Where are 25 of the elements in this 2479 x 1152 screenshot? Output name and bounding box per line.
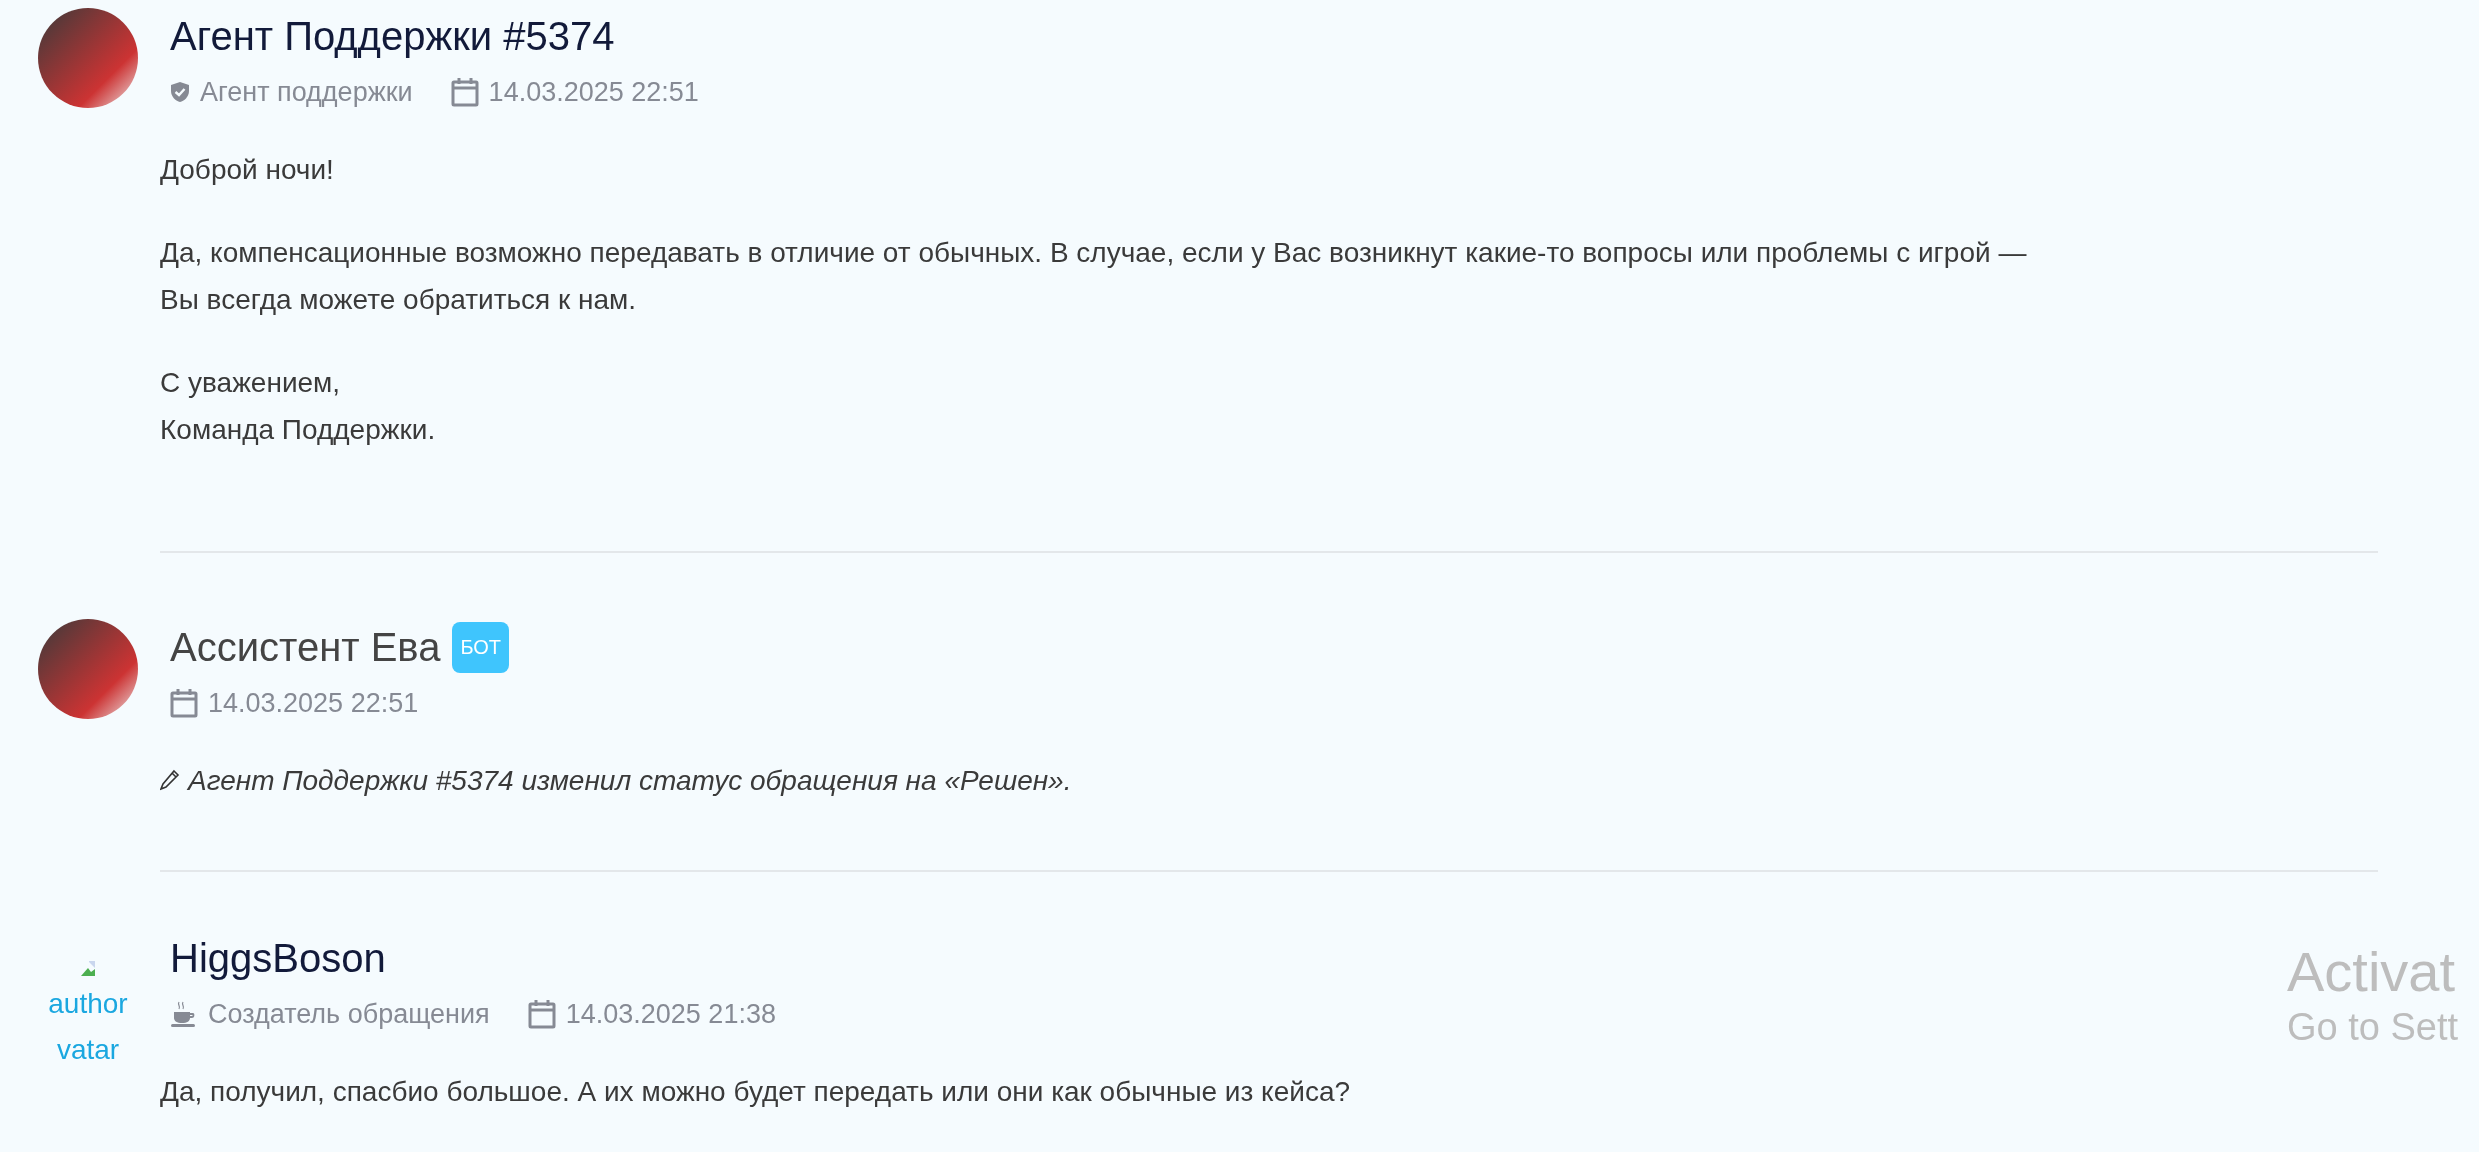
activation-title: Activat (2287, 940, 2457, 1004)
author-name: Ассистент Ева (170, 624, 441, 670)
avatar-alt-text: author (48, 987, 128, 1021)
post-date: 14.03.2025 22:51 (208, 687, 419, 719)
calendar-icon (527, 999, 556, 1029)
author-role: Агент поддержки (200, 76, 413, 108)
activation-subtitle: Go to Sett (2287, 1005, 2459, 1050)
author-name: Агент Поддержки #5374 (170, 13, 615, 59)
message-text: Да, компенсационные возможно передавать в отличие от обычных. В случае, если у Вас возникнут какие-то вопросы или проблемы с игрой — Вы всегда можете обратиться к нам. (160, 236, 2027, 317)
pencil-icon (160, 769, 180, 791)
calendar-icon (450, 77, 479, 107)
shield-check-icon (170, 81, 190, 103)
calendar-icon (170, 688, 198, 718)
message-text: Агент Поддержки #5374 изменил статус обращения на «Решен». (188, 764, 1072, 798)
message-text: С уважением, Команда Поддержки. (160, 366, 436, 447)
avatar-alt-text: vatar (56, 1033, 120, 1067)
broken-image-icon (79, 960, 97, 978)
bot-badge: БОТ (452, 621, 510, 673)
message-text: Доброй ночи! (160, 153, 334, 187)
author-name: HiggsBoson (170, 935, 386, 981)
post-date: 14.03.2025 21:38 (565, 998, 776, 1030)
author-role: Создатель обращения (208, 998, 490, 1030)
coffee-cup-icon (170, 1000, 198, 1028)
post-date: 14.03.2025 22:51 (488, 76, 699, 108)
message-text: Да, получил, спасбио большое. А их можно будет передать или они как обычные из кейса? (160, 1075, 1351, 1109)
